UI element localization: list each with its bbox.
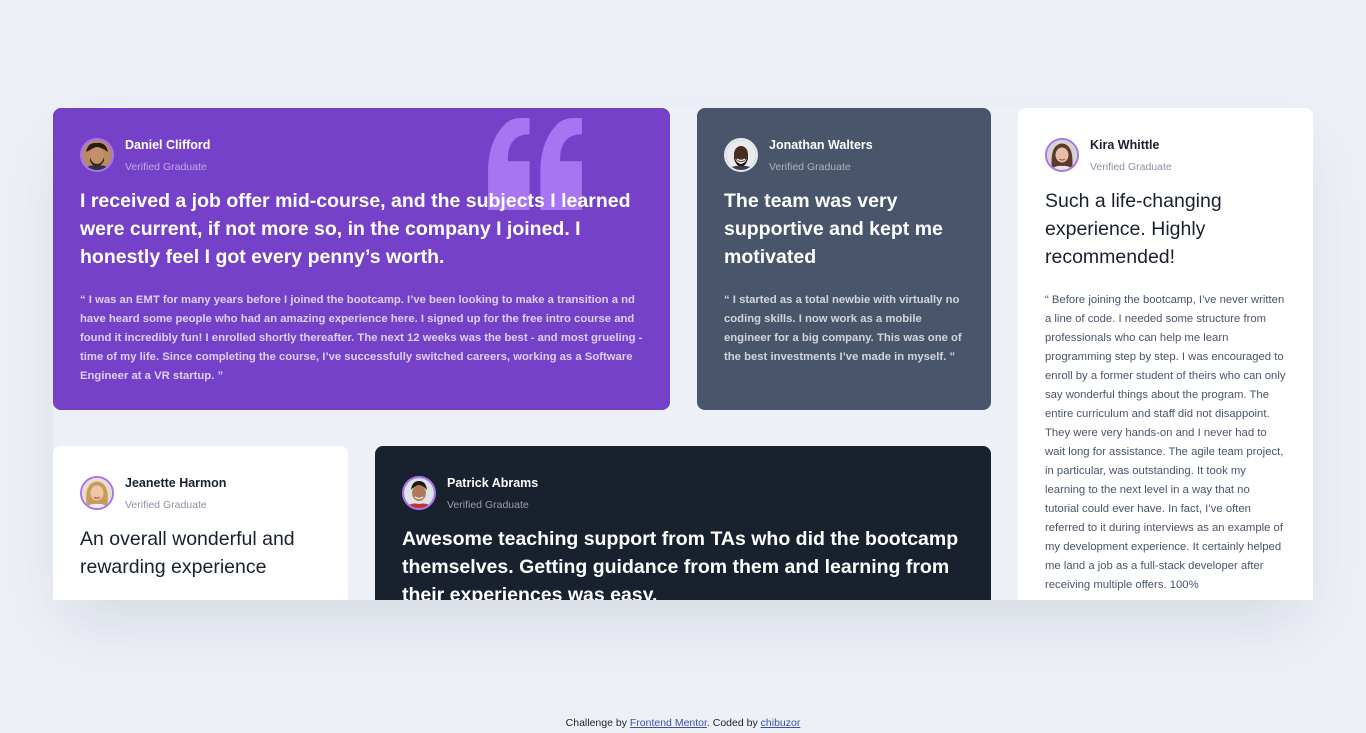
testimonial-body: “ I started as a total newbie with virtu… [724, 294, 962, 363]
author-status: Verified Graduate [1090, 160, 1172, 173]
testimonial-body: “ I was an EMT for many years before I j… [80, 294, 643, 382]
testimonials-grid: Daniel Clifford Verified Graduate I rece… [53, 108, 1313, 600]
testimonial-headline: An overall wonderful and rewarding exper… [80, 528, 295, 578]
footer-prefix: Challenge by [565, 717, 627, 729]
author-name: Kira Whittle [1090, 138, 1160, 152]
frontend-mentor-link[interactable]: Frontend Mentor [630, 717, 707, 729]
card-header: Kira Whittle Verified Graduate [1045, 138, 1286, 172]
testimonial-card-kira: Kira Whittle Verified Graduate Such a li… [1018, 108, 1313, 600]
testimonial-card-jonathan: Jonathan Walters Verified Graduate The t… [697, 108, 991, 410]
testimonial-headline: I received a job offer mid-course, and t… [80, 190, 631, 268]
footer-middle: . Coded by [706, 717, 758, 729]
avatar-kira-icon [1045, 138, 1079, 172]
testimonial-headline: The team was very supportive and kept me… [724, 190, 943, 268]
avatar-patrick-icon [402, 476, 436, 510]
card-header: Patrick Abrams Verified Graduate [402, 476, 964, 510]
card-header: Daniel Clifford Verified Graduate [80, 138, 643, 172]
avatar-jonathan-icon [724, 138, 758, 172]
testimonial-headline: Awesome teaching support from TAs who di… [402, 528, 959, 600]
author-status: Verified Graduate [447, 498, 529, 511]
testimonial-body: “ Before joining the bootcamp, I’ve neve… [1045, 294, 1286, 591]
author-status: Verified Graduate [125, 160, 207, 173]
author-name: Jonathan Walters [769, 138, 873, 152]
author-status: Verified Graduate [125, 498, 207, 511]
author-link[interactable]: chibuzor [761, 717, 801, 729]
author-status: Verified Graduate [769, 160, 851, 173]
attribution-footer: Challenge by Frontend Mentor. Coded by c… [0, 717, 1366, 729]
testimonial-headline: Such a life-changing experience. Highly … [1045, 190, 1222, 268]
author-name: Patrick Abrams [447, 476, 539, 490]
testimonial-card-daniel: Daniel Clifford Verified Graduate I rece… [53, 108, 670, 410]
avatar-daniel-icon [80, 138, 114, 172]
testimonial-card-jeanette: Jeanette Harmon Verified Graduate An ove… [53, 446, 348, 600]
card-header: Jonathan Walters Verified Graduate [724, 138, 964, 172]
card-header: Jeanette Harmon Verified Graduate [80, 476, 321, 510]
author-name: Jeanette Harmon [125, 476, 227, 490]
author-name: Daniel Clifford [125, 138, 211, 152]
page: Daniel Clifford Verified Graduate I rece… [0, 0, 1366, 733]
avatar-jeanette-icon [80, 476, 114, 510]
testimonial-card-patrick: Patrick Abrams Verified Graduate Awesome… [375, 446, 991, 600]
